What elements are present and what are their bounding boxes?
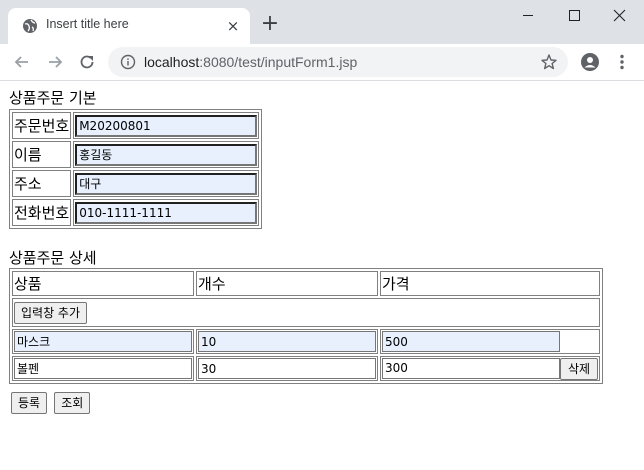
count-input[interactable] (198, 358, 376, 379)
product-cell (12, 356, 194, 381)
address-cell (73, 170, 260, 197)
address-label: 주소 (12, 170, 72, 197)
count-input[interactable] (198, 331, 376, 352)
browser-toolbar: localhost:8080/test/inputForm1.jsp (0, 44, 644, 81)
detail-header-row: 상품 개수 가격 (12, 271, 601, 296)
detail-section-title: 상품주문 상세 (9, 249, 97, 267)
browser-tab[interactable]: Insert title here × (8, 8, 250, 44)
tab-title: Insert title here (46, 17, 129, 31)
globe-icon (23, 19, 37, 33)
basic-section-title: 상품주문 기본 (9, 89, 97, 107)
product-cell (12, 329, 194, 354)
back-arrow-icon[interactable] (12, 52, 32, 72)
close-icon (613, 9, 626, 22)
address-row: 주소 (12, 170, 260, 197)
address-bar[interactable]: localhost:8080/test/inputForm1.jsp (108, 47, 568, 77)
order-number-cell (73, 112, 260, 139)
maximize-icon (569, 10, 580, 21)
add-row: 입력창 추가 (12, 298, 601, 327)
header-price: 가격 (380, 271, 601, 296)
profile-avatar-icon[interactable] (580, 52, 600, 72)
order-number-label: 주문번호 (12, 112, 72, 139)
phone-input[interactable] (75, 201, 258, 224)
header-product: 상품 (12, 271, 194, 296)
name-label: 이름 (12, 141, 72, 168)
header-count: 개수 (196, 271, 378, 296)
minimize-icon (523, 15, 533, 16)
register-button[interactable]: 등록 (11, 392, 48, 414)
price-input[interactable] (382, 331, 560, 352)
url-text[interactable]: localhost:8080/test/inputForm1.jsp (144, 54, 357, 70)
delete-row-button[interactable]: 삭제 (560, 357, 599, 380)
reload-icon[interactable] (77, 52, 97, 72)
table-row: 삭제 (12, 356, 601, 381)
maximize-button[interactable] (551, 0, 597, 32)
name-cell (73, 141, 260, 168)
phone-row: 전화번호 (12, 199, 260, 226)
phone-cell (73, 199, 260, 226)
count-cell (196, 329, 378, 354)
address-input[interactable] (75, 172, 258, 195)
search-button[interactable]: 조회 (54, 392, 91, 414)
order-number-row: 주문번호 (12, 112, 260, 139)
order-detail-table: 상품 개수 가격 입력창 추가 삭제 (9, 268, 604, 384)
order-basic-table: 주문번호 이름 주소 전화번호 (9, 109, 263, 229)
minimize-button[interactable] (505, 0, 551, 32)
product-input[interactable] (14, 358, 192, 379)
page-content: 상품주문 기본 주문번호 이름 주소 전화번호 상품주문 상세 상품 개수 가격… (0, 81, 644, 470)
new-tab-button[interactable]: + (259, 13, 281, 35)
url-host: localhost (144, 54, 200, 70)
forward-arrow-icon[interactable] (45, 52, 65, 72)
price-input[interactable] (382, 357, 560, 379)
table-row (12, 329, 601, 354)
price-cell: 삭제 (380, 356, 601, 381)
tab-close-icon[interactable]: × (224, 17, 242, 35)
product-input[interactable] (14, 331, 192, 352)
name-row: 이름 (12, 141, 260, 168)
form-actions: 등록 조회 (11, 392, 92, 414)
url-path: :8080/test/inputForm1.jsp (199, 54, 358, 70)
more-menu-icon[interactable] (612, 52, 632, 72)
close-window-button[interactable] (597, 0, 643, 32)
info-icon[interactable] (120, 54, 136, 70)
browser-title-bar: Insert title here × + (0, 0, 644, 44)
name-input[interactable] (75, 143, 258, 166)
bookmark-star-icon[interactable] (540, 53, 558, 71)
add-input-button[interactable]: 입력창 추가 (14, 301, 88, 324)
price-cell (380, 329, 601, 354)
phone-label: 전화번호 (12, 199, 72, 226)
order-number-input[interactable] (75, 114, 258, 137)
count-cell (196, 356, 378, 381)
add-button-cell: 입력창 추가 (12, 298, 601, 327)
